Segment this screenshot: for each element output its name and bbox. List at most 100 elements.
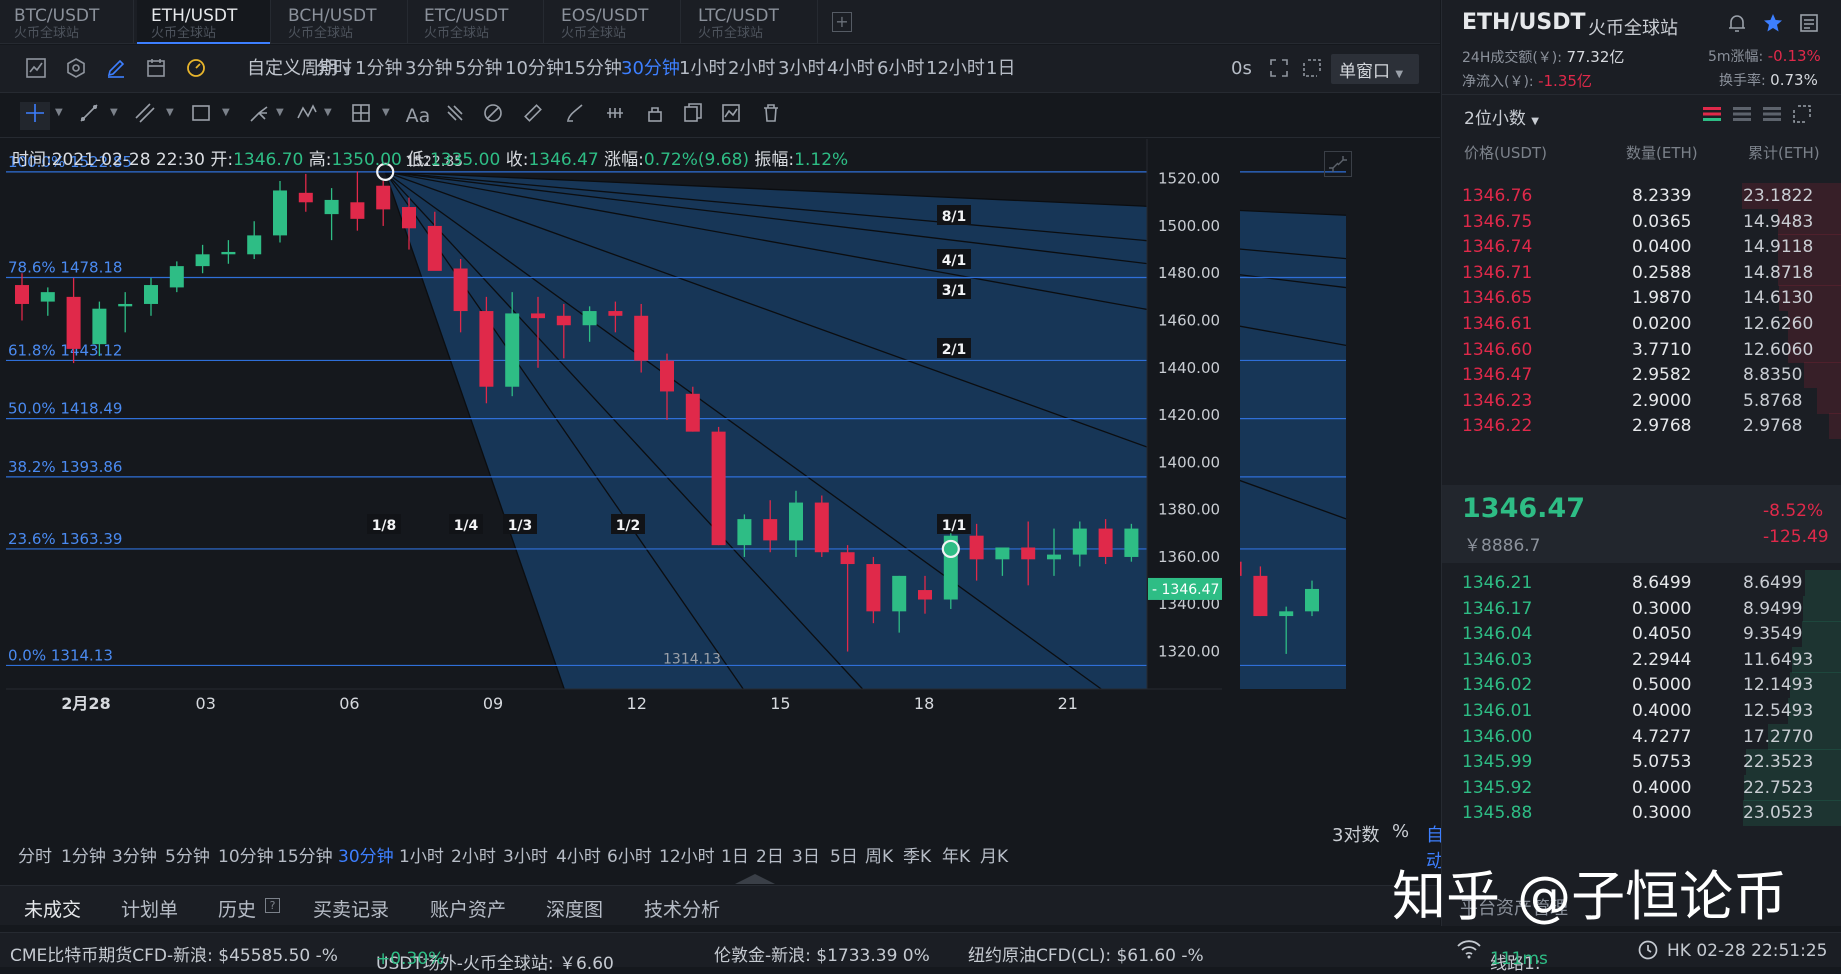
fullscreen-icon[interactable] (1267, 57, 1291, 81)
copy-tool-icon[interactable] (678, 102, 708, 130)
book-asks-icon[interactable] (1732, 104, 1752, 124)
settings-icon[interactable] (64, 57, 88, 81)
measure-tool-icon[interactable] (346, 102, 376, 130)
period-9[interactable]: 3小时 (778, 57, 825, 81)
add-tab-button[interactable]: + (832, 12, 852, 32)
bottom-period-13[interactable]: 1日 (721, 845, 749, 869)
tab-plan-orders[interactable]: 计划单 (121, 895, 178, 922)
bottom-period-7[interactable]: 1小时 (399, 845, 444, 869)
chevron-down-icon[interactable]: ▼ (166, 107, 174, 118)
bottom-period-8[interactable]: 2小时 (451, 845, 496, 869)
window-mode-dropdown[interactable]: 单窗口 ▼ (1331, 54, 1419, 84)
period-10[interactable]: 4小时 (827, 57, 874, 81)
period-3[interactable]: 5分钟 (455, 57, 502, 81)
symbol-tab-bch[interactable]: BCH/USDT 火币全球站 (274, 0, 408, 44)
tab-history[interactable]: 历史 (218, 895, 256, 922)
period-12[interactable]: 12小时 (926, 57, 985, 81)
symbol-tab-btc[interactable]: BTC/USDT 火币全球站 (0, 0, 134, 44)
symbol-tab-eth[interactable]: ETH/USDT 火币全球站 (137, 0, 271, 44)
tab-technical-analysis[interactable]: 技术分析 (644, 895, 720, 922)
expand-panel-icon[interactable] (735, 874, 775, 884)
chevron-down-icon[interactable]: ▼ (222, 107, 230, 118)
bell-icon[interactable] (1726, 12, 1748, 38)
period-4[interactable]: 10分钟 (505, 57, 564, 81)
popout-icon[interactable] (1792, 104, 1812, 124)
template-tool-icon[interactable] (716, 102, 746, 130)
ticker-gold: 伦敦金-新浪: $1733.39 0% (714, 946, 930, 966)
tab-trade-records[interactable]: 买卖记录 (313, 895, 389, 922)
bottom-period-4[interactable]: 10分钟 (218, 845, 274, 869)
wave-tool-icon[interactable] (292, 102, 322, 130)
bottom-period-1[interactable]: 1分钟 (61, 845, 106, 869)
symbol-tab-pair: LTC/USDT (698, 6, 779, 26)
bottom-period-19[interactable]: 年K (942, 845, 970, 869)
period-5[interactable]: 15分钟 (563, 57, 622, 81)
bottom-period-12[interactable]: 12小时 (659, 845, 715, 869)
crosshair-tool-icon[interactable] (20, 102, 50, 130)
lock-tool-icon[interactable] (640, 102, 670, 130)
bottom-period-11[interactable]: 6小时 (607, 845, 652, 869)
bottom-period-9[interactable]: 3小时 (503, 845, 548, 869)
magnet-tool-icon[interactable] (600, 102, 630, 130)
chevron-down-icon[interactable]: ▼ (110, 107, 118, 118)
star-icon[interactable] (1762, 12, 1784, 38)
chevron-down-icon[interactable]: ▼ (382, 107, 390, 118)
detail-icon[interactable] (1798, 12, 1820, 38)
period-13[interactable]: 1日 (986, 57, 1015, 81)
book-both-icon[interactable] (1702, 104, 1722, 124)
period-11[interactable]: 6小时 (877, 57, 924, 81)
bottom-period-15[interactable]: 3日 (792, 845, 820, 869)
chart-type-icon[interactable] (24, 57, 48, 81)
bottom-period-0[interactable]: 分时 (18, 845, 52, 869)
bid-row[interactable]: 1345.88 0.3000 23.0523 (1442, 798, 1841, 828)
eraser-tool-icon[interactable] (478, 102, 508, 130)
parallel-channel-tool-icon[interactable] (130, 102, 160, 130)
rectangle-tool-icon[interactable] (186, 102, 216, 130)
candlestick-chart[interactable]: 100.0% 1522.8578.6% 1478.1861.8% 1443.12… (0, 139, 1440, 807)
chevron-down-icon[interactable]: ▼ (55, 107, 63, 118)
bottom-period-3[interactable]: 5分钟 (165, 845, 210, 869)
period-2[interactable]: 3分钟 (405, 57, 452, 81)
period-7[interactable]: 1小时 (679, 57, 726, 81)
calendar-icon[interactable] (144, 57, 168, 81)
delete-tool-icon[interactable] (756, 102, 786, 130)
draw-pen-icon[interactable] (104, 57, 128, 81)
bottom-period-17[interactable]: 周K (865, 845, 893, 869)
trendline-tool-icon[interactable] (74, 102, 104, 130)
fib-tool-icon[interactable] (440, 102, 470, 130)
bottom-period-2[interactable]: 3分钟 (112, 845, 157, 869)
popout-icon[interactable] (1300, 57, 1324, 81)
tab-open-orders[interactable]: 未成交 (24, 895, 81, 922)
book-bids-icon[interactable] (1762, 104, 1782, 124)
chevron-down-icon[interactable]: ▼ (324, 107, 332, 118)
help-icon[interactable]: ? (265, 898, 280, 913)
period-1[interactable]: 1分钟 (355, 57, 402, 81)
ask-row[interactable]: 1346.22 2.9768 2.9768 (1442, 411, 1841, 441)
bottom-period-14[interactable]: 2日 (756, 845, 784, 869)
period-6[interactable]: 30分钟 (621, 57, 680, 81)
symbol-tab-eos[interactable]: EOS/USDT 火币全球站 (547, 0, 681, 44)
collapse-icon[interactable] (1324, 151, 1352, 177)
tab-depth-chart[interactable]: 深度图 (546, 895, 603, 922)
chevron-down-icon[interactable]: ▼ (276, 107, 284, 118)
ruler-tool-icon[interactable] (518, 102, 548, 130)
chart-area[interactable]: 100.0% 1522.85 78.6% 1478.18 61.8% 1443.12… (0, 139, 1444, 872)
bottom-period-20[interactable]: 月K (980, 845, 1008, 869)
bottom-period-16[interactable]: 5日 (830, 845, 858, 869)
candle-body (195, 254, 210, 267)
period-0[interactable]: 分时 (316, 57, 352, 81)
symbol-tab-etc[interactable]: ETC/USDT 火币全球站 (410, 0, 544, 44)
period-8[interactable]: 2小时 (728, 57, 775, 81)
bottom-period-18[interactable]: 季K (903, 845, 931, 869)
bottom-period-6[interactable]: 30分钟 (338, 845, 394, 869)
bottom-period-5[interactable]: 15分钟 (277, 845, 333, 869)
tab-account-assets[interactable]: 账户资产 (430, 895, 506, 922)
percent-scale-toggle[interactable]: % (1392, 821, 1409, 842)
decimals-dropdown[interactable]: 2位小数 ▼ (1464, 104, 1539, 129)
brush-tool-icon[interactable] (560, 102, 590, 130)
bottom-period-10[interactable]: 4小时 (556, 845, 601, 869)
fork-tool-icon[interactable] (244, 102, 274, 130)
text-tool-icon[interactable]: Aa (400, 102, 436, 130)
symbol-tab-ltc[interactable]: LTC/USDT 火币全球站 (684, 0, 818, 44)
indicator-gauge-icon[interactable] (184, 57, 208, 81)
